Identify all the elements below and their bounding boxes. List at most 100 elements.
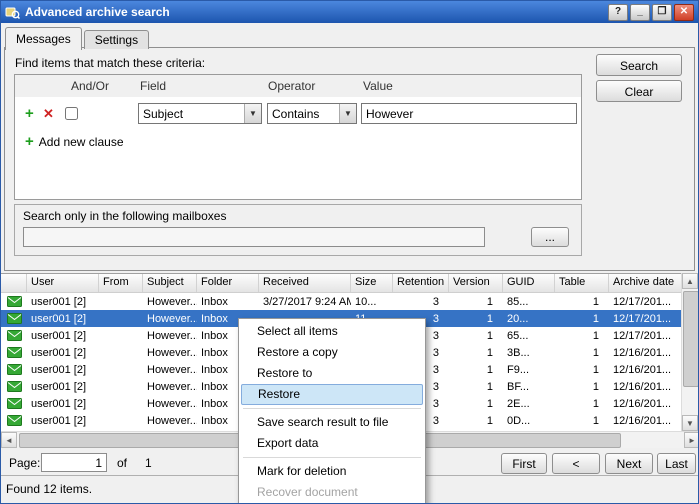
column-header-guid[interactable]: GUID bbox=[503, 274, 555, 292]
close-button[interactable]: ✕ bbox=[674, 4, 694, 21]
cell-archive-date: 12/16/201... bbox=[609, 381, 679, 393]
cell-archive-date: 12/17/201... bbox=[609, 330, 679, 342]
cell-guid: 85... bbox=[503, 296, 555, 308]
advanced-archive-search-window: Advanced archive search ? _ ❐ ✕ Messages… bbox=[0, 0, 699, 504]
chevron-down-icon: ▼ bbox=[339, 104, 356, 123]
cell-guid: 0D... bbox=[503, 415, 555, 427]
column-header-received[interactable]: Received bbox=[259, 274, 351, 292]
column-header-user[interactable]: User bbox=[27, 274, 99, 292]
column-header-from[interactable]: From bbox=[99, 274, 143, 292]
last-page-button[interactable]: Last bbox=[657, 453, 696, 474]
cell-guid: F9... bbox=[503, 364, 555, 376]
column-header-table[interactable]: Table bbox=[555, 274, 609, 292]
operator-header: Operator bbox=[268, 79, 315, 93]
add-new-clause-link[interactable]: + Add new clause bbox=[25, 133, 124, 150]
prev-page-button[interactable]: < Prev bbox=[552, 453, 600, 474]
page-label: Page: bbox=[9, 456, 40, 470]
of-label: of bbox=[117, 456, 127, 470]
tab-settings[interactable]: Settings bbox=[84, 30, 149, 49]
cell-subject: However... bbox=[143, 296, 197, 308]
column-header-subject[interactable]: Subject bbox=[143, 274, 197, 292]
status-text: Found 12 items. bbox=[6, 482, 92, 496]
menu-item-mark-for-deletion[interactable]: Mark for deletion bbox=[241, 461, 423, 482]
page-number-input[interactable] bbox=[41, 453, 107, 472]
criteria-headers: And/Or Field Operator Value bbox=[15, 75, 581, 97]
column-header-icon[interactable] bbox=[1, 274, 27, 292]
table-row[interactable]: user001 [2] However... Inbox 3/27/2017 9… bbox=[1, 293, 683, 310]
andor-header: And/Or bbox=[71, 79, 109, 93]
help-button[interactable]: ? bbox=[608, 4, 628, 21]
cell-user: user001 [2] bbox=[27, 296, 99, 308]
maximize-button[interactable]: ❐ bbox=[652, 4, 672, 21]
value-input[interactable] bbox=[361, 103, 577, 124]
operator-select[interactable]: Contains ▼ bbox=[267, 103, 357, 124]
mailboxes-input[interactable] bbox=[23, 227, 485, 247]
minimize-button[interactable]: _ bbox=[630, 4, 650, 21]
add-new-clause-label: Add new clause bbox=[39, 135, 124, 149]
cell-user: user001 [2] bbox=[27, 313, 99, 325]
cell-user: user001 [2] bbox=[27, 415, 99, 427]
cell-version: 1 bbox=[449, 364, 503, 376]
app-icon bbox=[5, 5, 20, 20]
clear-button[interactable]: Clear bbox=[596, 80, 682, 102]
message-icon bbox=[1, 347, 27, 358]
cell-table: 1 bbox=[555, 330, 609, 342]
message-icon bbox=[1, 398, 27, 409]
column-header-version[interactable]: Version bbox=[449, 274, 503, 292]
total-pages-label: 1 bbox=[145, 456, 152, 470]
tab-strip: Messages Settings bbox=[5, 27, 151, 50]
delete-clause-icon[interactable]: ✕ bbox=[43, 106, 54, 122]
cell-guid: 65... bbox=[503, 330, 555, 342]
column-header-folder[interactable]: Folder bbox=[197, 274, 259, 292]
table-header: UserFromSubjectFolderReceivedSizeRetenti… bbox=[1, 274, 683, 293]
scroll-up-button[interactable]: ▲ bbox=[682, 273, 698, 289]
cell-table: 1 bbox=[555, 398, 609, 410]
cell-subject: However... bbox=[143, 330, 197, 342]
cell-archive-date: 12/16/201... bbox=[609, 347, 679, 359]
criteria-group-label: Find items that match these criteria: bbox=[15, 56, 205, 70]
menu-item-export-data[interactable]: Export data bbox=[241, 433, 423, 454]
column-header-size[interactable]: Size bbox=[351, 274, 393, 292]
cell-archive-date: 12/17/201... bbox=[609, 296, 679, 308]
first-page-button[interactable]: First bbox=[501, 453, 547, 474]
menu-item-restore[interactable]: Restore bbox=[241, 384, 423, 405]
cell-version: 1 bbox=[449, 415, 503, 427]
cell-guid: 2E... bbox=[503, 398, 555, 410]
menu-item-restore-a-copy[interactable]: Restore a copy bbox=[241, 342, 423, 363]
field-select[interactable]: Subject ▼ bbox=[138, 103, 262, 124]
scroll-down-button[interactable]: ▼ bbox=[682, 415, 698, 431]
column-header-archive-date[interactable]: Archive date bbox=[609, 274, 679, 292]
add-clause-icon[interactable]: + bbox=[25, 105, 34, 122]
message-icon bbox=[1, 381, 27, 392]
scroll-left-button[interactable]: ◄ bbox=[1, 432, 17, 448]
plus-icon: + bbox=[25, 133, 34, 150]
cell-version: 1 bbox=[449, 347, 503, 359]
message-icon bbox=[1, 330, 27, 341]
clause-checkbox[interactable] bbox=[65, 107, 78, 120]
context-menu: Select all itemsRestore a copyRestore to… bbox=[238, 318, 426, 504]
scroll-right-button[interactable]: ► bbox=[684, 432, 699, 448]
menu-item-select-all-items[interactable]: Select all items bbox=[241, 321, 423, 342]
browse-mailboxes-button[interactable]: ... bbox=[531, 227, 569, 247]
menu-item-restore-to[interactable]: Restore to bbox=[241, 363, 423, 384]
cell-table: 1 bbox=[555, 364, 609, 376]
cell-subject: However... bbox=[143, 364, 197, 376]
cell-user: user001 [2] bbox=[27, 364, 99, 376]
cell-version: 1 bbox=[449, 398, 503, 410]
value-header: Value bbox=[363, 79, 393, 93]
window-title: Advanced archive search bbox=[25, 5, 170, 19]
title-bar[interactable]: Advanced archive search ? _ ❐ ✕ bbox=[1, 1, 698, 23]
menu-item-save-search-result-to-file[interactable]: Save search result to file bbox=[241, 412, 423, 433]
vertical-scrollbar[interactable]: ▲ ▼ bbox=[681, 273, 698, 431]
search-button[interactable]: Search bbox=[596, 54, 682, 76]
cell-version: 1 bbox=[449, 381, 503, 393]
tab-messages[interactable]: Messages bbox=[5, 27, 82, 50]
cell-version: 1 bbox=[449, 296, 503, 308]
column-header-retention[interactable]: Retention bbox=[393, 274, 449, 292]
vertical-scroll-thumb[interactable] bbox=[683, 291, 699, 387]
field-header: Field bbox=[140, 79, 166, 93]
cell-user: user001 [2] bbox=[27, 381, 99, 393]
message-icon bbox=[1, 296, 27, 307]
next-page-button[interactable]: Next > bbox=[605, 453, 653, 474]
cell-version: 1 bbox=[449, 313, 503, 325]
